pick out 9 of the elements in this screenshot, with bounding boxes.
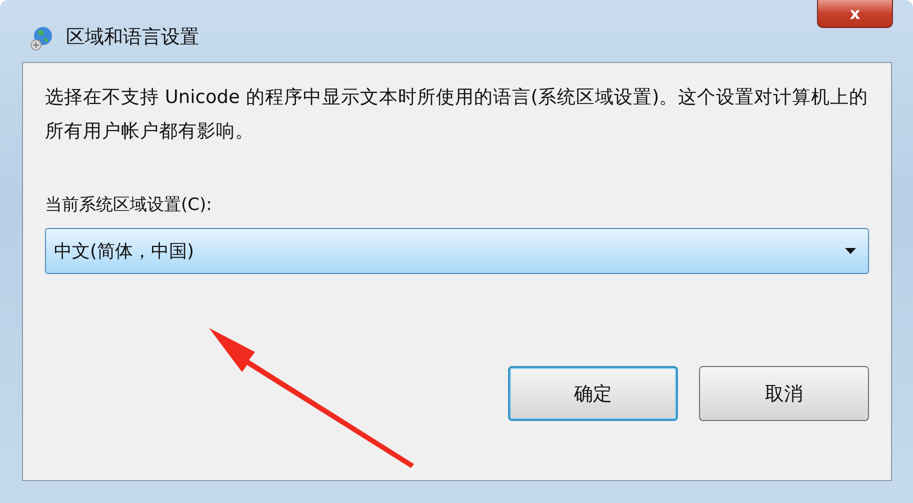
close-button[interactable]: x (817, 0, 893, 28)
globe-icon (30, 25, 54, 51)
description-text: 选择在不支持 Unicode 的程序中显示文本时所使用的语言(系统区域设置)。这个设置对计算机上的所有用户帐户都有影响。 (45, 86, 869, 144)
window-title: 区域和语言设置 (66, 25, 199, 50)
dialog-button[interactable]: 确定 (508, 366, 678, 421)
locale-label: 当前系统区域设置(C): (45, 194, 213, 216)
dialog-button[interactable]: 取消 (699, 366, 869, 421)
locale-dropdown[interactable]: 中文(简体，中国) (45, 228, 869, 274)
caret-icon (845, 248, 856, 254)
